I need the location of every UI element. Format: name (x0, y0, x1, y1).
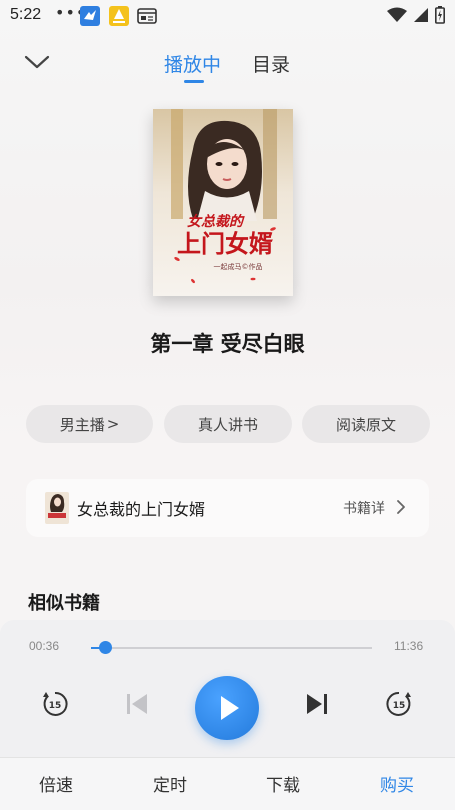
chevron-right-icon (397, 500, 405, 514)
similar-books-heading: 相似书籍 (28, 593, 100, 614)
rewind-15-button[interactable]: 15 (39, 688, 71, 720)
play-button[interactable] (195, 676, 259, 740)
rewind-15-icon: 15 (43, 691, 68, 716)
forward-15-button[interactable]: 15 (383, 688, 415, 720)
tab-catalog[interactable]: 目录 (252, 50, 290, 77)
battery-icon (435, 6, 445, 24)
bird-app-icon (80, 6, 100, 26)
forward-15-icon: 15 (386, 691, 411, 716)
book-name: 女总裁的上门女婿 (77, 500, 206, 519)
wifi-icon (387, 7, 407, 22)
chapter-title: 第一章 受尽白眼 (150, 332, 305, 356)
status-time: 5:22 (10, 6, 42, 23)
buy-button[interactable]: 购买 (380, 771, 414, 796)
player-panel: 00:36 11:36 15 15 (0, 620, 455, 757)
book-thumbnail (45, 492, 69, 524)
play-icon (221, 696, 239, 720)
timer-button[interactable]: 定时 (153, 771, 187, 796)
progress-track[interactable] (91, 647, 372, 649)
narrator-button[interactable]: 男主播 > (26, 405, 153, 443)
cover-title-line1: 女总裁的 (187, 213, 245, 230)
signal-icon (414, 8, 428, 22)
collapse-button[interactable] (22, 48, 52, 78)
cover-author: 一起成马©作品 (214, 262, 263, 271)
narrator-label: 男主播 (59, 415, 105, 434)
book-cover: 女总裁的 上门女婿 一起成马©作品 (153, 109, 293, 296)
book-card[interactable]: 女总裁的上门女婿 书籍详 (26, 479, 429, 537)
news-app-icon (137, 6, 157, 26)
book-detail-link[interactable]: 书籍详 (343, 498, 385, 518)
status-right (387, 6, 445, 24)
read-original-label: 阅读原文 (335, 415, 396, 434)
forward-seconds: 15 (393, 701, 406, 711)
real-person-button[interactable]: 真人讲书 (164, 405, 292, 443)
status-bar: 5:22 ••• (0, 0, 455, 32)
next-button[interactable] (301, 688, 333, 720)
cleaner-app-icon (109, 6, 129, 26)
current-time: 00:36 (29, 639, 60, 653)
bottom-action-bar: 倍速 定时 下载 购买 (0, 757, 455, 810)
previous-button[interactable] (121, 688, 153, 720)
total-time: 11:36 (394, 639, 424, 653)
skip-next-icon (307, 694, 327, 714)
real-person-label: 真人讲书 (197, 415, 258, 434)
chevron-down-icon (24, 55, 50, 69)
skip-previous-icon (127, 694, 147, 714)
progress-knob[interactable] (99, 641, 113, 654)
download-button[interactable]: 下载 (266, 771, 300, 796)
chevron-right-icon: > (106, 415, 120, 433)
rewind-seconds: 15 (49, 701, 62, 711)
cover-title-line2: 上门女婿 (177, 230, 273, 258)
read-original-button[interactable]: 阅读原文 (302, 405, 430, 443)
speed-button[interactable]: 倍速 (39, 771, 73, 796)
book-cover-art: 女总裁的 上门女婿 一起成马©作品 (153, 109, 293, 296)
tab-playing[interactable]: 播放中 (164, 50, 221, 77)
tab-active-indicator (184, 80, 204, 83)
